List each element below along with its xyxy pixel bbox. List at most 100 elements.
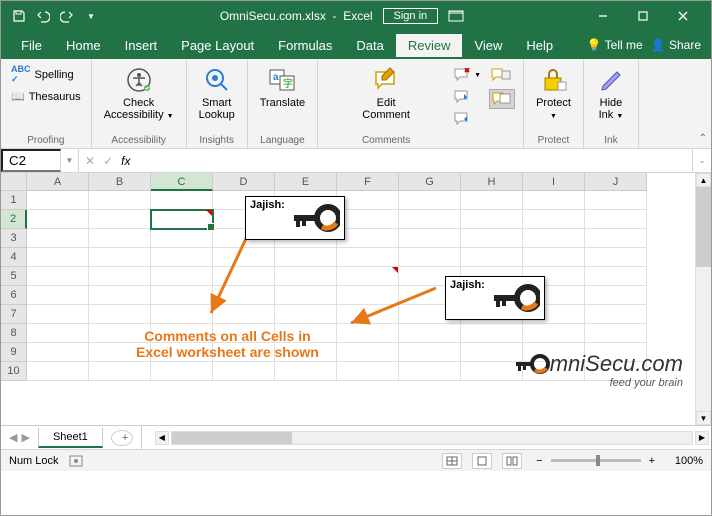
sign-in-button[interactable]: Sign in: [383, 8, 439, 24]
cell-B4[interactable]: [89, 248, 151, 267]
sheet-tab-sheet1[interactable]: Sheet1: [38, 428, 103, 448]
show-all-comments-button[interactable]: [489, 89, 515, 109]
page-layout-button[interactable]: [472, 453, 492, 469]
name-box[interactable]: [1, 149, 61, 172]
cell-A2[interactable]: [27, 210, 89, 229]
cell-B10[interactable]: [89, 362, 151, 381]
smart-lookup-button[interactable]: Smart Lookup: [195, 63, 239, 123]
minimize-button[interactable]: [583, 2, 623, 30]
zoom-out-button[interactable]: −: [532, 455, 546, 467]
cell-F10[interactable]: [337, 362, 399, 381]
cell-F3[interactable]: [337, 229, 399, 248]
cell-G2[interactable]: [399, 210, 461, 229]
cell-J4[interactable]: [585, 248, 647, 267]
column-header[interactable]: I: [523, 173, 585, 191]
maximize-button[interactable]: [623, 2, 663, 30]
cell-H9[interactable]: [461, 343, 523, 362]
cell-C10[interactable]: [151, 362, 213, 381]
row-header[interactable]: 8: [1, 324, 27, 343]
column-header[interactable]: D: [213, 173, 275, 191]
cell-G1[interactable]: [399, 191, 461, 210]
column-header[interactable]: E: [275, 173, 337, 191]
cell-B5[interactable]: [89, 267, 151, 286]
cell-A5[interactable]: [27, 267, 89, 286]
cell-B2[interactable]: [89, 210, 151, 229]
cell-H1[interactable]: [461, 191, 523, 210]
name-box-dropdown[interactable]: ▼: [61, 149, 79, 172]
collapse-ribbon-icon[interactable]: ⌃: [699, 133, 707, 144]
tell-me-button[interactable]: 💡 Tell me: [587, 38, 643, 52]
close-button[interactable]: [663, 2, 703, 30]
ribbon-options-icon[interactable]: [448, 10, 464, 22]
cell-B6[interactable]: [89, 286, 151, 305]
cell-I2[interactable]: [523, 210, 585, 229]
delete-comment-button[interactable]: ▼: [452, 67, 483, 83]
cell-A4[interactable]: [27, 248, 89, 267]
check-accessibility-button[interactable]: Check Accessibility ▼: [100, 63, 178, 123]
cell-B1[interactable]: [89, 191, 151, 210]
column-header[interactable]: B: [89, 173, 151, 191]
scroll-right-icon[interactable]: ▶: [695, 431, 709, 445]
tab-insert[interactable]: Insert: [113, 34, 170, 57]
row-header[interactable]: 5: [1, 267, 27, 286]
translate-button[interactable]: a字 Translate: [256, 63, 309, 111]
qat-dropdown-icon[interactable]: ▼: [81, 6, 101, 26]
cell-E7[interactable]: [275, 305, 337, 324]
vertical-scrollbar[interactable]: ▲ ▼: [695, 173, 711, 425]
tab-home[interactable]: Home: [54, 34, 113, 57]
cell-J5[interactable]: [585, 267, 647, 286]
row-header[interactable]: 4: [1, 248, 27, 267]
tab-view[interactable]: View: [462, 34, 514, 57]
cell-H2[interactable]: [461, 210, 523, 229]
cell-J2[interactable]: [585, 210, 647, 229]
cell-A7[interactable]: [27, 305, 89, 324]
tab-formulas[interactable]: Formulas: [266, 34, 344, 57]
tab-file[interactable]: File: [9, 34, 54, 57]
row-header[interactable]: 10: [1, 362, 27, 381]
fx-icon[interactable]: fx: [121, 154, 130, 168]
zoom-in-button[interactable]: +: [645, 455, 659, 467]
cell-J3[interactable]: [585, 229, 647, 248]
formula-input[interactable]: [138, 154, 686, 168]
scroll-down-icon[interactable]: ▼: [696, 411, 711, 425]
row-header[interactable]: 1: [1, 191, 27, 210]
cell-B7[interactable]: [89, 305, 151, 324]
cell-F2[interactable]: [337, 210, 399, 229]
save-icon[interactable]: [9, 6, 29, 26]
sheet-nav[interactable]: ◀▶: [1, 431, 38, 444]
cell-I1[interactable]: [523, 191, 585, 210]
cell-A9[interactable]: [27, 343, 89, 362]
hide-ink-button[interactable]: Hide Ink ▼: [592, 63, 630, 123]
page-break-button[interactable]: [502, 453, 522, 469]
redo-icon[interactable]: [57, 6, 77, 26]
tab-page-layout[interactable]: Page Layout: [169, 34, 266, 57]
zoom-level[interactable]: 100%: [663, 455, 703, 467]
cell-A8[interactable]: [27, 324, 89, 343]
row-header[interactable]: 6: [1, 286, 27, 305]
cell-H10[interactable]: [461, 362, 523, 381]
column-header[interactable]: F: [337, 173, 399, 191]
show-hide-comment-button[interactable]: [489, 67, 513, 83]
cell-J7[interactable]: [585, 305, 647, 324]
cell-A10[interactable]: [27, 362, 89, 381]
column-header[interactable]: H: [461, 173, 523, 191]
cell-G9[interactable]: [399, 343, 461, 362]
cell-I8[interactable]: [523, 324, 585, 343]
protect-button[interactable]: Protect▼: [532, 63, 575, 123]
cell-H8[interactable]: [461, 324, 523, 343]
cell-F1[interactable]: [337, 191, 399, 210]
cell-A6[interactable]: [27, 286, 89, 305]
cell-J1[interactable]: [585, 191, 647, 210]
cell-E4[interactable]: [275, 248, 337, 267]
cell-D10[interactable]: [213, 362, 275, 381]
edit-comment-button[interactable]: Edit Comment: [326, 63, 446, 123]
cell-H3[interactable]: [461, 229, 523, 248]
row-header[interactable]: 9: [1, 343, 27, 362]
column-header[interactable]: G: [399, 173, 461, 191]
cell-E5[interactable]: [275, 267, 337, 286]
spelling-button[interactable]: ABC✓Spelling: [9, 63, 76, 86]
cell-F4[interactable]: [337, 248, 399, 267]
cell-I3[interactable]: [523, 229, 585, 248]
tab-review[interactable]: Review: [396, 34, 463, 57]
cell-G3[interactable]: [399, 229, 461, 248]
